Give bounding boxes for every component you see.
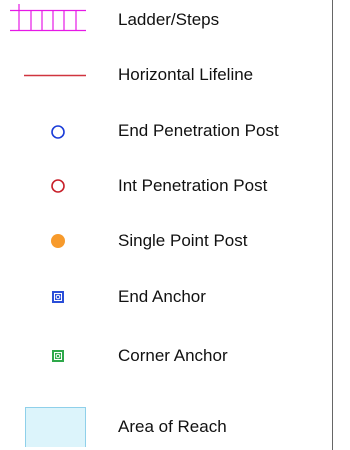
ladder-steps-icon <box>0 0 118 40</box>
legend-item-int-penetration-post: Int Penetration Post <box>0 166 332 206</box>
legend-item-corner-anchor: Corner Anchor <box>0 336 332 376</box>
legend-label: Int Penetration Post <box>118 176 268 195</box>
horizontal-lifeline-icon <box>0 55 118 95</box>
int-penetration-post-icon <box>0 166 118 206</box>
end-penetration-post-icon <box>0 111 118 151</box>
legend-item-end-anchor: End Anchor <box>0 277 332 317</box>
legend-label: End Penetration Post <box>118 121 279 140</box>
legend-item-end-penetration-post: End Penetration Post <box>0 111 332 151</box>
legend-label: Ladder/Steps <box>118 10 220 29</box>
legend-item-area-of-reach: Area of Reach <box>0 407 332 447</box>
legend-item-ladder-steps: Ladder/Steps <box>0 0 332 40</box>
end-anchor-icon <box>0 277 118 317</box>
legend-label: Single Point Post <box>118 231 248 250</box>
frame-border <box>332 0 333 450</box>
legend-label: End Anchor <box>118 287 206 306</box>
legend-label: Corner Anchor <box>118 346 228 365</box>
single-point-post-icon <box>0 221 118 261</box>
legend-item-single-point-post: Single Point Post <box>0 221 332 261</box>
legend-item-horizontal-lifeline: Horizontal Lifeline <box>0 55 332 95</box>
legend-label: Horizontal Lifeline <box>118 65 254 84</box>
legend-label: Area of Reach <box>118 417 227 436</box>
legend: Ladder/Steps Horizontal Lifeline End Pen… <box>0 0 350 450</box>
corner-anchor-icon <box>0 336 118 376</box>
area-of-reach-icon <box>0 407 118 447</box>
